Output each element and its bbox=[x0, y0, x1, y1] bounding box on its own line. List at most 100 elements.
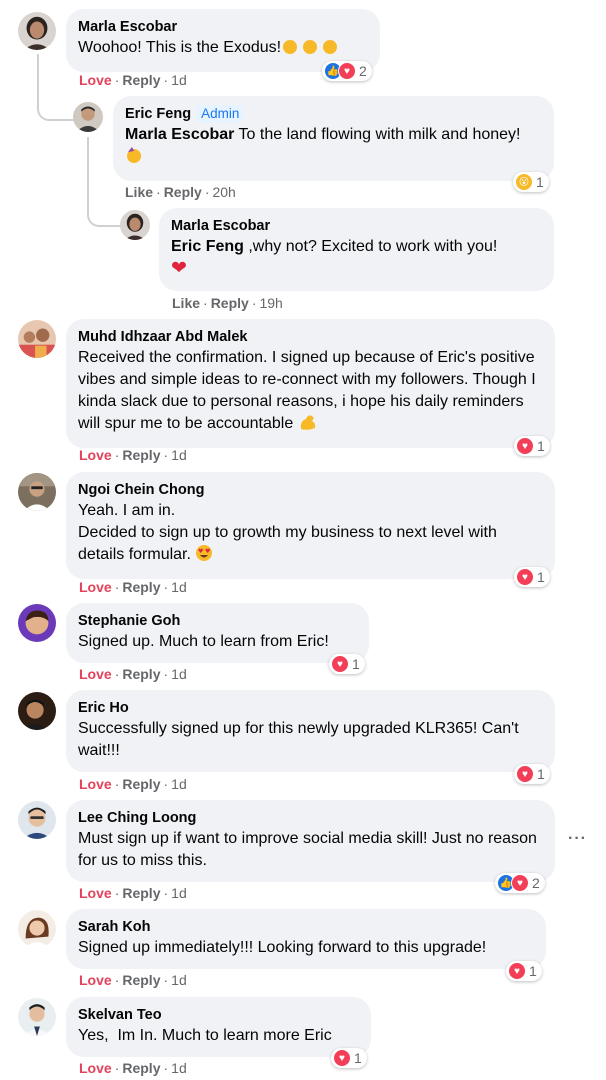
timestamp[interactable]: 1d bbox=[171, 1060, 187, 1076]
comment-actions: Love · Reply · 1d bbox=[79, 447, 187, 463]
avatar[interactable] bbox=[73, 102, 103, 132]
love-action[interactable]: Love bbox=[79, 885, 112, 901]
wow-reaction-icon: 😮 bbox=[515, 173, 533, 191]
more-options-icon[interactable]: ··· bbox=[568, 830, 587, 848]
reaction-summary[interactable]: ♥ 1 bbox=[514, 764, 550, 784]
reply-action[interactable]: Reply bbox=[122, 72, 160, 88]
love-reaction-icon: ♥ bbox=[516, 765, 534, 783]
like-action[interactable]: Like bbox=[172, 295, 200, 311]
reaction-summary[interactable]: 👍 ♥ 2 bbox=[495, 873, 545, 893]
reaction-summary[interactable]: 😮 1 bbox=[513, 172, 549, 192]
comment-text: To the land flowing with milk and honey! bbox=[234, 126, 521, 143]
avatar[interactable] bbox=[18, 12, 56, 50]
comment-bubble: Skelvan Teo Yes, Im In. Much to learn mo… bbox=[66, 997, 371, 1057]
love-reaction-icon: ♥ bbox=[333, 1049, 351, 1067]
love-reaction-icon: ♥ bbox=[331, 655, 349, 673]
avatar[interactable] bbox=[18, 604, 56, 642]
svg-text:♥: ♥ bbox=[198, 548, 203, 555]
reply-action[interactable]: Reply bbox=[122, 447, 160, 463]
reaction-summary[interactable]: ♥ 1 bbox=[329, 654, 365, 674]
love-action[interactable]: Love bbox=[79, 72, 112, 88]
timestamp[interactable]: 20h bbox=[212, 184, 235, 200]
reply-action[interactable]: Reply bbox=[122, 1060, 160, 1076]
comment-actions: Love · Reply · 1d bbox=[79, 972, 187, 988]
reaction-count: 1 bbox=[537, 569, 545, 585]
love-reaction-icon: ♥ bbox=[516, 437, 534, 455]
comment-actions: Love · Reply · 1d bbox=[79, 1060, 187, 1076]
reaction-summary[interactable]: 👍 ♥ 2 bbox=[322, 61, 372, 81]
reaction-count: 1 bbox=[354, 1050, 362, 1066]
reaction-summary[interactable]: ♥ 1 bbox=[514, 567, 550, 587]
comment-author[interactable]: Muhd Idhzaar Abd Malek bbox=[78, 328, 543, 347]
timestamp[interactable]: 1d bbox=[171, 72, 187, 88]
raised-hands-emoji-icon bbox=[281, 37, 339, 62]
comment-bubble: Ngoi Chein Chong Yeah. I am in. Decided … bbox=[66, 472, 555, 579]
comment-actions: Like · Reply · 19h bbox=[172, 295, 283, 311]
avatar[interactable] bbox=[120, 210, 150, 240]
reaction-count: 2 bbox=[359, 63, 367, 79]
comment-actions: Love · Reply · 1d bbox=[79, 776, 187, 792]
timestamp[interactable]: 1d bbox=[171, 447, 187, 463]
comment-author[interactable]: Eric Ho bbox=[78, 699, 543, 718]
avatar[interactable] bbox=[18, 692, 56, 730]
comment-actions: Love · Reply · 1d bbox=[79, 579, 187, 595]
mention-link[interactable]: Eric Feng bbox=[171, 238, 244, 255]
comment-author[interactable]: Sarah Koh bbox=[78, 918, 534, 937]
avatar[interactable] bbox=[18, 910, 56, 948]
reply-action[interactable]: Reply bbox=[122, 885, 160, 901]
comment-author[interactable]: Marla Escobar bbox=[171, 217, 542, 236]
love-action[interactable]: Love bbox=[79, 447, 112, 463]
love-action[interactable]: Love bbox=[79, 579, 112, 595]
timestamp[interactable]: 19h bbox=[259, 295, 282, 311]
comment-text: Successfully signed up for this newly up… bbox=[78, 720, 519, 759]
comment-author[interactable]: Stephanie Goh bbox=[78, 612, 357, 631]
comment-actions: Like · Reply · 20h bbox=[125, 184, 236, 200]
reaction-count: 1 bbox=[529, 963, 537, 979]
comment-bubble: Muhd Idhzaar Abd Malek Received the conf… bbox=[66, 319, 555, 448]
love-reaction-icon: ♥ bbox=[516, 568, 534, 586]
avatar[interactable] bbox=[18, 320, 56, 358]
love-action[interactable]: Love bbox=[79, 666, 112, 682]
reply-action[interactable]: Reply bbox=[122, 666, 160, 682]
love-action[interactable]: Love bbox=[79, 972, 112, 988]
comment-author[interactable]: Lee Ching Loong bbox=[78, 809, 543, 828]
reaction-count: 1 bbox=[537, 766, 545, 782]
timestamp[interactable]: 1d bbox=[171, 776, 187, 792]
flexed-biceps-emoji-icon bbox=[298, 413, 318, 438]
avatar[interactable] bbox=[18, 998, 56, 1036]
comment-author[interactable]: Ngoi Chein Chong bbox=[78, 481, 543, 500]
mention-link[interactable]: Marla Escobar bbox=[125, 126, 234, 143]
comment-author[interactable]: Marla Escobar bbox=[78, 18, 368, 37]
reply-action[interactable]: Reply bbox=[122, 972, 160, 988]
comment-text: Decided to sign up to growth my business… bbox=[78, 524, 497, 563]
timestamp[interactable]: 1d bbox=[171, 666, 187, 682]
comment-text: Woohoo! This is the Exodus! bbox=[78, 39, 282, 56]
reply-action[interactable]: Reply bbox=[164, 184, 202, 200]
reaction-summary[interactable]: ♥ 1 bbox=[506, 961, 542, 981]
reaction-count: 1 bbox=[352, 656, 360, 672]
avatar[interactable] bbox=[18, 801, 56, 839]
like-action[interactable]: Like bbox=[125, 184, 153, 200]
love-reaction-icon: ♥ bbox=[338, 62, 356, 80]
reply-action[interactable]: Reply bbox=[122, 579, 160, 595]
comment-text: Signed up. Much to learn from Eric! bbox=[78, 633, 329, 650]
reaction-count: 2 bbox=[532, 875, 540, 891]
comment-text: Yes, Im In. Much to learn more Eric bbox=[78, 1027, 332, 1044]
timestamp[interactable]: 1d bbox=[171, 972, 187, 988]
reply-action[interactable]: Reply bbox=[122, 776, 160, 792]
comment-text: ,why not? Excited to work with you! bbox=[243, 238, 498, 255]
comment-author[interactable]: Eric Feng bbox=[125, 106, 191, 122]
reaction-summary[interactable]: ♥ 1 bbox=[514, 436, 550, 456]
comment-author[interactable]: Skelvan Teo bbox=[78, 1006, 359, 1025]
love-action[interactable]: Love bbox=[79, 776, 112, 792]
reply-action[interactable]: Reply bbox=[211, 295, 249, 311]
comment-text: Must sign up if want to improve social m… bbox=[78, 830, 537, 869]
comment-bubble: Lee Ching Loong Must sign up if want to … bbox=[66, 800, 555, 882]
admin-badge: Admin bbox=[196, 105, 245, 123]
love-reaction-icon: ♥ bbox=[511, 874, 529, 892]
love-action[interactable]: Love bbox=[79, 1060, 112, 1076]
reaction-summary[interactable]: ♥ 1 bbox=[331, 1048, 367, 1068]
avatar[interactable] bbox=[18, 473, 56, 511]
timestamp[interactable]: 1d bbox=[171, 579, 187, 595]
timestamp[interactable]: 1d bbox=[171, 885, 187, 901]
